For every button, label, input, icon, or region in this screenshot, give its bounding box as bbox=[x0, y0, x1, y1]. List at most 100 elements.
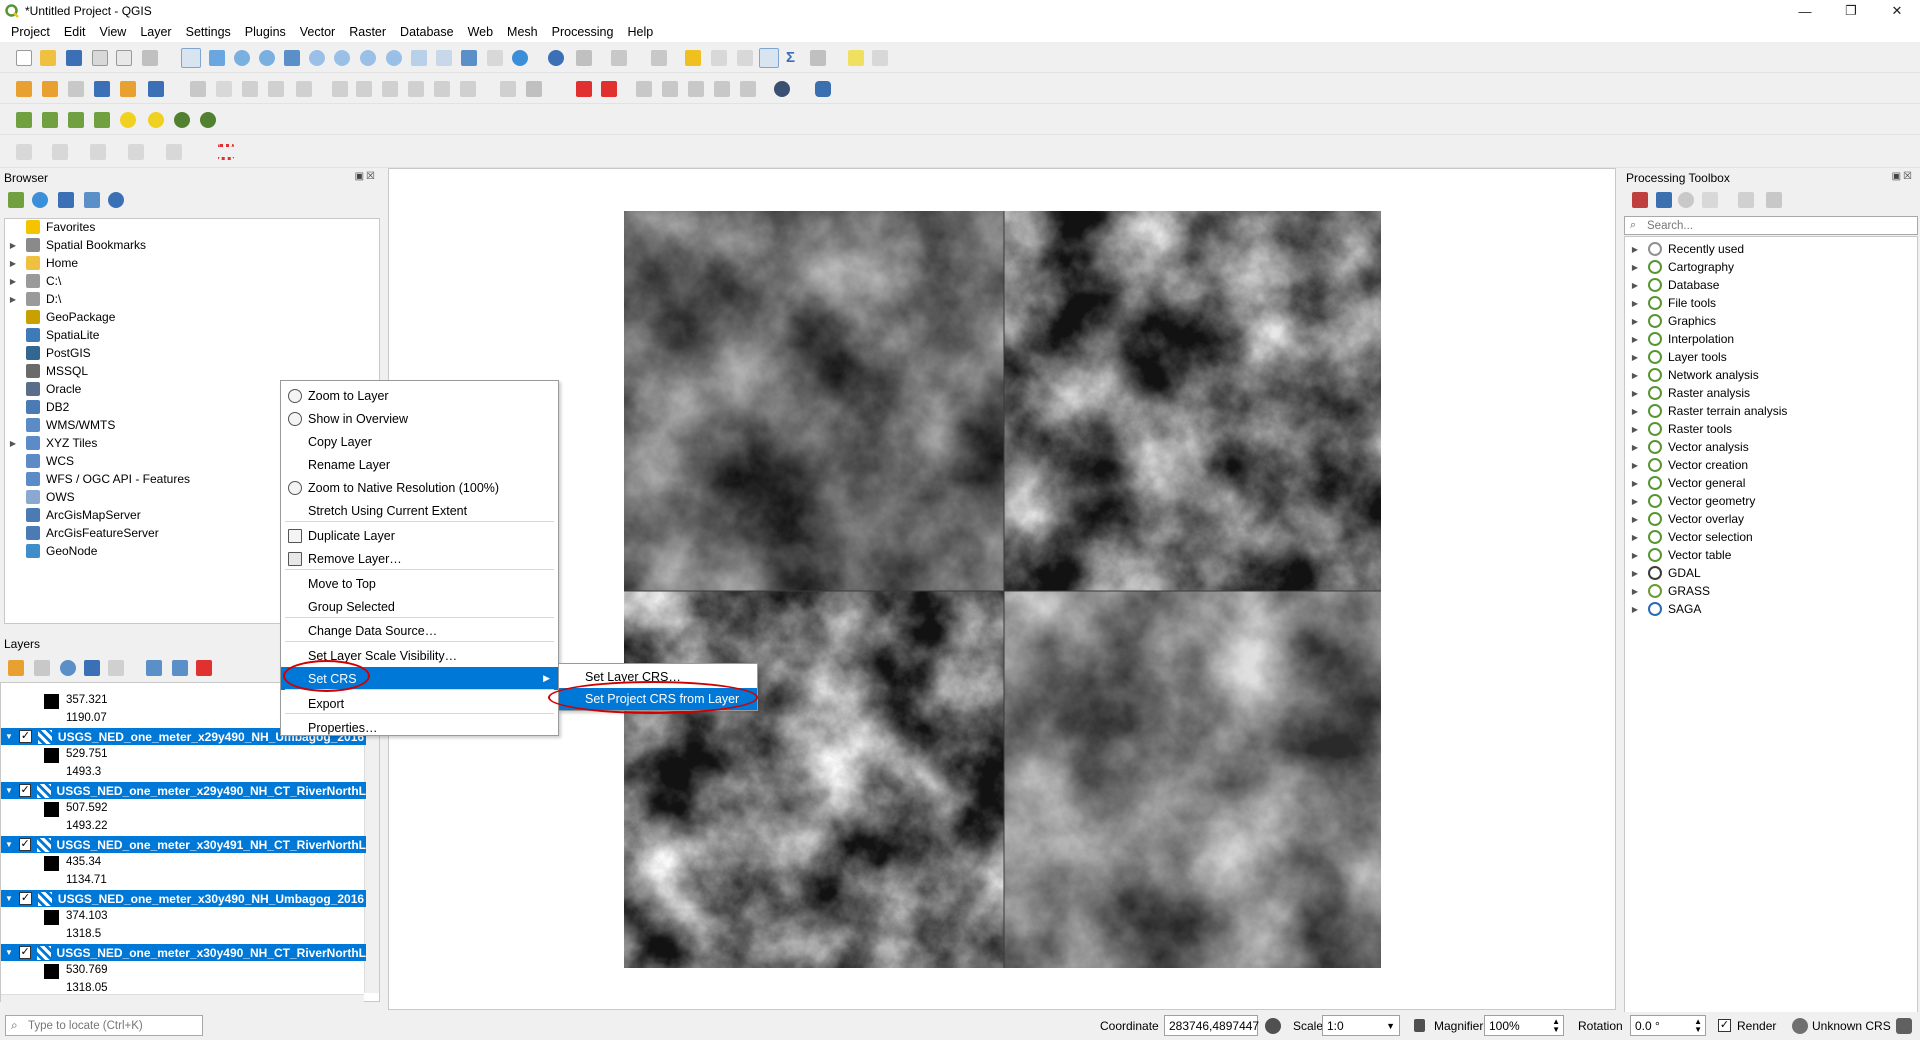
expand-arrow-icon[interactable]: ▶ bbox=[1630, 515, 1640, 524]
select-features-icon[interactable] bbox=[611, 50, 627, 66]
expand-arrow-icon[interactable]: ▶ bbox=[8, 259, 18, 268]
cut-features-icon[interactable] bbox=[356, 81, 372, 97]
expand-arrow-icon[interactable]: ▶ bbox=[1630, 389, 1640, 398]
vertex-tool-icon[interactable] bbox=[296, 81, 312, 97]
scale-combobox[interactable]: 1:0 ▼ bbox=[1322, 1015, 1400, 1036]
browser-item-wms-wmts[interactable]: WMS/WMTS bbox=[8, 416, 115, 434]
layer-row[interactable]: ▼ ✓ USGS_NED_one_meter_x30y490_NH_CT_River… bbox=[1, 944, 366, 961]
measure-icon[interactable] bbox=[810, 50, 826, 66]
expand-arrow-icon[interactable]: ▶ bbox=[1630, 479, 1640, 488]
pin-labels-icon[interactable] bbox=[526, 81, 542, 97]
expand-arrow-icon[interactable]: ▶ bbox=[1630, 533, 1640, 542]
expand-arrow-icon[interactable]: ▶ bbox=[1630, 245, 1640, 254]
collapse-arrow-icon[interactable]: ▼ bbox=[5, 894, 13, 903]
context-item-stretch-using-current-extent[interactable]: Stretch Using Current Extent bbox=[281, 499, 558, 522]
layer-row[interactable]: ▼ ✓ USGS_NED_one_meter_x29y490_NH_CT_River… bbox=[1, 782, 366, 799]
open-attribute-table-icon[interactable] bbox=[711, 50, 727, 66]
expand-arrow-icon[interactable]: ▶ bbox=[1630, 371, 1640, 380]
history-icon[interactable] bbox=[1678, 192, 1694, 208]
new-temporary-layer-icon[interactable] bbox=[148, 81, 164, 97]
expand-arrow-icon[interactable]: ▶ bbox=[1630, 461, 1640, 470]
context-item-properties[interactable]: Properties… bbox=[281, 716, 558, 739]
copy-features-icon[interactable] bbox=[382, 81, 398, 97]
expand-arrow-icon[interactable]: ▶ bbox=[8, 295, 18, 304]
expand-arrow-icon[interactable]: ▶ bbox=[1630, 317, 1640, 326]
expand-arrow-icon[interactable]: ▶ bbox=[1630, 587, 1640, 596]
save-as-icon[interactable] bbox=[92, 50, 108, 66]
zoom-in-icon[interactable] bbox=[234, 50, 250, 66]
expand-arrow-icon[interactable]: ▶ bbox=[1630, 497, 1640, 506]
browser-item-wfs-ogc-api-features[interactable]: WFS / OGC API - Features bbox=[8, 470, 190, 488]
label-tool-icon[interactable] bbox=[500, 81, 516, 97]
scripts-icon[interactable] bbox=[1656, 192, 1672, 208]
save-project-icon[interactable] bbox=[66, 50, 82, 66]
move-label-icon[interactable] bbox=[636, 81, 652, 97]
zoom-layer-icon[interactable] bbox=[334, 50, 350, 66]
menu-database[interactable]: Database bbox=[393, 25, 461, 39]
statistics-icon[interactable]: Σ bbox=[786, 50, 802, 66]
layer-visibility-checkbox[interactable]: ✓ bbox=[18, 892, 32, 905]
menu-processing[interactable]: Processing bbox=[545, 25, 621, 39]
processing-item-vector-geometry[interactable]: ▶ Vector geometry bbox=[1630, 492, 1755, 510]
context-item-group-selected[interactable]: Group Selected bbox=[281, 595, 558, 618]
filter-expression-icon[interactable] bbox=[108, 660, 124, 676]
browser-item-arcgisfeatureserver[interactable]: ArcGisFeatureServer bbox=[8, 524, 159, 542]
expand-arrow-icon[interactable]: ▶ bbox=[1630, 281, 1640, 290]
gps-tool-icon[interactable] bbox=[774, 81, 790, 97]
minimize-button[interactable]: — bbox=[1782, 0, 1828, 22]
text-annotation-icon[interactable] bbox=[872, 50, 888, 66]
diagram-tool-icon[interactable] bbox=[714, 81, 730, 97]
add-circular-string-icon[interactable] bbox=[16, 144, 32, 160]
collapse-arrow-icon[interactable]: ▼ bbox=[5, 948, 13, 957]
context-item-duplicate-layer[interactable]: Duplicate Layer bbox=[281, 524, 558, 547]
expand-arrow-icon[interactable]: ▶ bbox=[1630, 335, 1640, 344]
local-histogram-icon[interactable] bbox=[42, 112, 58, 128]
expand-arrow-icon[interactable]: ▶ bbox=[1630, 569, 1640, 578]
layer-visibility-checkbox[interactable]: ✓ bbox=[18, 946, 32, 959]
context-item-remove-layer[interactable]: Remove Layer… bbox=[281, 547, 558, 570]
processing-search-input[interactable]: Search... bbox=[1624, 216, 1918, 235]
expand-arrow-icon[interactable]: ▶ bbox=[8, 439, 18, 448]
context-item-copy-layer[interactable]: Copy Layer bbox=[281, 430, 558, 453]
refresh-icon[interactable] bbox=[512, 50, 528, 66]
close-button[interactable]: ✕ bbox=[1874, 0, 1920, 22]
zoom-out-icon[interactable] bbox=[259, 50, 275, 66]
collapse-arrow-icon[interactable]: ▼ bbox=[5, 840, 13, 849]
mesh-digitizing-icon[interactable] bbox=[218, 144, 234, 160]
expand-arrow-icon[interactable]: ▶ bbox=[1630, 605, 1640, 614]
new-shapefile-icon[interactable] bbox=[68, 81, 84, 97]
expand-arrow-icon[interactable]: ▶ bbox=[1630, 443, 1640, 452]
menu-raster[interactable]: Raster bbox=[342, 25, 393, 39]
add-rectangle-icon[interactable] bbox=[128, 144, 144, 160]
browser-item-favorites[interactable]: Favorites bbox=[8, 218, 95, 236]
processing-item-raster-analysis[interactable]: ▶ Raster analysis bbox=[1630, 384, 1750, 402]
processing-item-graphics[interactable]: ▶ Graphics bbox=[1630, 312, 1716, 330]
data-source-manager-icon[interactable] bbox=[16, 81, 32, 97]
browser-item-ows[interactable]: OWS bbox=[8, 488, 75, 506]
context-item-show-in-overview[interactable]: Show in Overview bbox=[281, 407, 558, 430]
increase-brightness-icon[interactable] bbox=[120, 112, 136, 128]
browser-item-spatialite[interactable]: SpatiaLite bbox=[8, 326, 99, 344]
render-checkbox[interactable]: ✓ bbox=[1718, 1019, 1731, 1032]
new-virtual-layer-icon[interactable] bbox=[120, 81, 136, 97]
histogram-icon[interactable] bbox=[16, 112, 32, 128]
open-project-icon[interactable] bbox=[40, 50, 56, 66]
python-console-icon[interactable] bbox=[815, 81, 831, 97]
browser-item-oracle[interactable]: Oracle bbox=[8, 380, 81, 398]
zoom-full-icon[interactable] bbox=[284, 50, 300, 66]
increase-contrast-icon[interactable] bbox=[174, 112, 190, 128]
select-by-value-icon[interactable] bbox=[651, 50, 667, 66]
deselect-icon[interactable] bbox=[685, 50, 701, 66]
browser-item-arcgismapserver[interactable]: ArcGisMapServer bbox=[8, 506, 141, 524]
pan-icon[interactable] bbox=[181, 48, 201, 68]
menu-edit[interactable]: Edit bbox=[57, 25, 93, 39]
style-manager-icon[interactable] bbox=[142, 50, 158, 66]
processing-item-vector-table[interactable]: ▶ Vector table bbox=[1630, 546, 1731, 564]
processing-item-saga[interactable]: ▶ SAGA bbox=[1630, 600, 1701, 618]
expand-arrow-icon[interactable]: ▶ bbox=[1630, 353, 1640, 362]
expand-arrow-icon[interactable]: ▶ bbox=[8, 241, 18, 250]
browser-item-mssql[interactable]: MSSQL bbox=[8, 362, 88, 380]
layer-visibility-checkbox[interactable]: ✓ bbox=[18, 730, 32, 743]
zoom-selection-icon[interactable] bbox=[309, 50, 325, 66]
expand-arrow-icon[interactable]: ▶ bbox=[1630, 551, 1640, 560]
